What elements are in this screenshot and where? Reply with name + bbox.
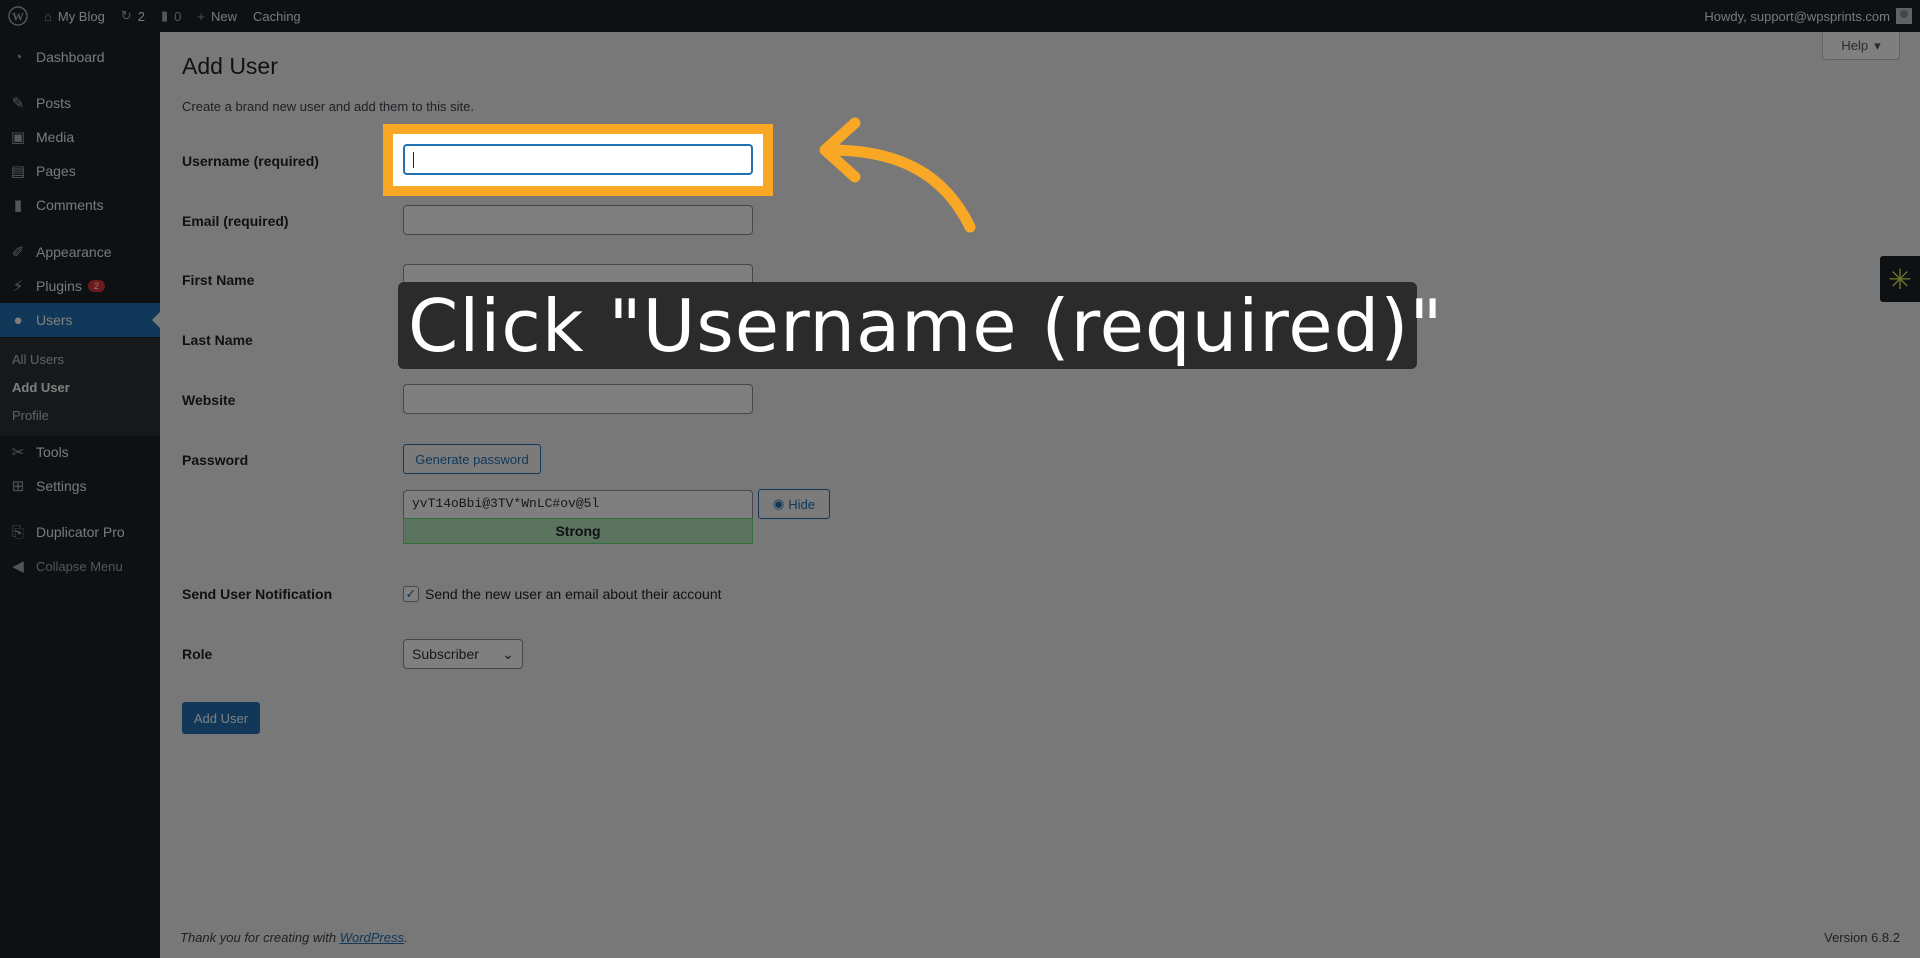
collapse-icon: ◀ [12,558,24,575]
password-label: Password [182,452,249,468]
username-label: Username (required) [182,153,319,169]
website-label: Website [182,392,236,408]
footer-thanks: Thank you for creating with WordPress. [180,930,408,945]
email-label: Email (required) [182,213,289,229]
sidebar-item-duplicator-pro[interactable]: ⎘ Duplicator Pro [0,515,160,549]
settings-icon: ⊞ [11,478,25,495]
media-icon: ▣ [10,129,26,146]
caching-link[interactable]: Caching [245,0,309,32]
password-strength-indicator: Strong [403,518,753,544]
text-caret [413,152,414,168]
sidebar-item-pages[interactable]: ▤ Pages [0,154,160,188]
wordpress-link[interactable]: WordPress [340,930,404,945]
caret-down-icon: ▾ [1874,37,1881,53]
plugins-update-badge: 2 [87,280,105,292]
website-input[interactable] [403,384,753,414]
sidebar-item-settings[interactable]: ⊞ Settings [0,469,160,503]
instruction-callout: Click "Username (required)" [398,282,1442,369]
dashboard-icon: ◔ [13,48,23,66]
users-submenu: All Users Add User Profile [0,338,160,436]
comment-icon: ▮ [13,197,23,214]
highlighted-username-input[interactable] [403,144,753,175]
avatar [1896,8,1912,24]
sidebar-item-users[interactable]: ● Users [0,303,160,337]
notification-label: Send User Notification [182,586,333,602]
user-icon: ● [13,311,23,329]
brush-icon: ✐ [11,244,25,261]
generate-password-button[interactable]: Generate password [403,444,541,474]
curved-arrow-icon [819,117,976,233]
last-name-label: Last Name [182,332,253,348]
home-icon: ⌂ [44,8,52,24]
duplicator-icon: ⎘ [11,523,24,541]
version-text: Version 6.8.2 [1824,930,1900,945]
site-name-link[interactable]: ⌂ My Blog [36,0,113,32]
comments-link[interactable]: ▮ 0 [153,0,189,32]
refresh-icon: ↻ [120,8,132,23]
pin-icon: ✎ [11,95,25,112]
plug-icon: ⚡ [12,278,24,295]
sidebar-item-posts[interactable]: ✎ Posts [0,86,160,120]
first-name-label: First Name [182,272,255,288]
checkmark-icon: ✓ [405,586,417,601]
page-intro: Create a brand new user and add them to … [182,99,474,114]
admin-sidebar: ◔ Dashboard ✎ Posts ▣ Media ▤ Pages ▮ Co… [0,32,160,958]
sidebar-item-comments[interactable]: ▮ Comments [0,188,160,222]
sidebar-item-plugins[interactable]: ⚡ Plugins 2 [0,269,160,303]
submenu-add-user[interactable]: Add User [12,380,70,395]
chevron-down-icon: ⌄ [502,645,514,662]
collapse-menu-button[interactable]: ◀ Collapse Menu [0,549,160,583]
new-content-link[interactable]: + New [189,0,245,32]
wordpress-logo-icon[interactable]: W [0,0,36,32]
pages-icon: ▤ [10,163,26,180]
help-button[interactable]: Help ▾ [1822,32,1900,60]
submenu-all-users[interactable]: All Users [12,352,64,367]
email-input[interactable] [403,205,753,235]
sidebar-item-media[interactable]: ▣ Media [0,120,160,154]
comment-icon: ▮ [160,8,169,23]
sidebar-item-dashboard[interactable]: ◔ Dashboard [0,40,160,74]
add-user-button[interactable]: Add User [182,702,260,734]
wrench-icon: ✂ [11,444,25,461]
hide-password-button[interactable]: ◉ Hide [758,489,830,519]
page-title: Add User [182,53,278,79]
sidebar-item-tools[interactable]: ✂ Tools [0,435,160,469]
submenu-profile[interactable]: Profile [12,408,49,423]
send-notification-text: Send the new user an email about their a… [425,586,722,602]
role-select[interactable]: Subscriber ⌄ [403,639,523,669]
plus-icon: + [197,8,205,24]
sidebar-item-appearance[interactable]: ✐ Appearance [0,235,160,269]
role-label: Role [182,646,213,662]
eye-slash-icon: ◉ [772,496,785,511]
side-widget-icon[interactable]: ✳ [1880,256,1920,302]
send-notification-checkbox[interactable]: ✓ [403,586,419,602]
password-input[interactable]: yvT14oBbi@3TV*WnLC#ov@5l [403,490,753,518]
admin-bar: W ⌂ My Blog ↻ 2 ▮ 0 + New Caching Howdy,… [0,0,1920,32]
updates-link[interactable]: ↻ 2 [113,0,153,32]
my-account-link[interactable]: Howdy, support@wpsprints.com [1704,8,1920,24]
svg-text:W: W [12,10,24,24]
